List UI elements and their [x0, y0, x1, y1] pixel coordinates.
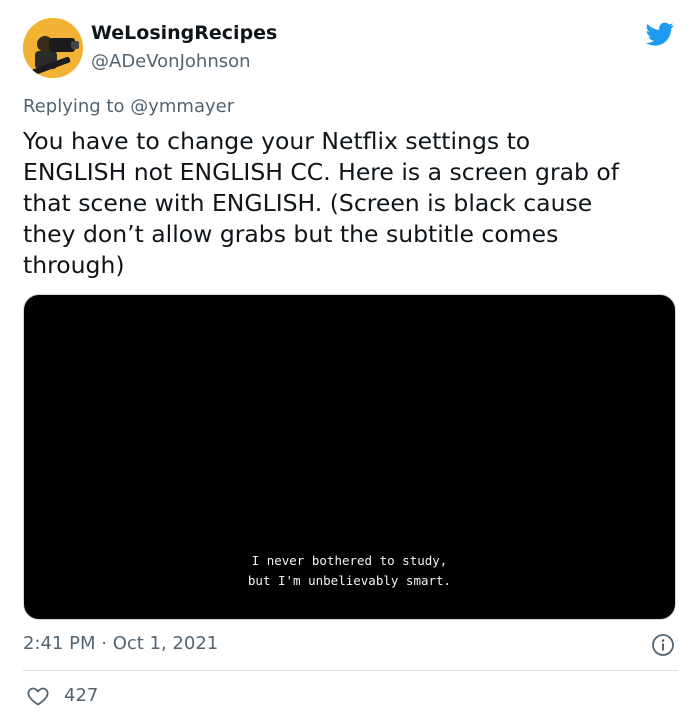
display-name[interactable]: WeLosingRecipes	[91, 22, 277, 44]
subtitle-text: I never bothered to study, but I'm unbel…	[247, 553, 452, 588]
info-icon[interactable]	[651, 633, 675, 657]
tweet-card: WeLosingRecipes @ADeVonJohnson Replying …	[0, 0, 700, 723]
twitter-bird-icon[interactable]	[644, 20, 676, 48]
heart-icon[interactable]	[26, 684, 50, 708]
replying-to-label: Replying to	[23, 96, 125, 117]
user-handle[interactable]: @ADeVonJohnson	[91, 51, 251, 72]
tweet-media-image[interactable]: I never bothered to study, but I'm unbel…	[23, 294, 676, 620]
avatar[interactable]	[23, 18, 83, 78]
tweet-text: You have to change your Netflix settings…	[23, 127, 620, 279]
replying-to: Replying to @ymmayer	[23, 96, 234, 117]
tweet-timestamp[interactable]: 2:41 PM · Oct 1, 2021	[23, 633, 218, 654]
divider	[23, 670, 678, 671]
like-count: 427	[64, 685, 99, 706]
reply-mention-link[interactable]: @ymmayer	[130, 96, 234, 117]
